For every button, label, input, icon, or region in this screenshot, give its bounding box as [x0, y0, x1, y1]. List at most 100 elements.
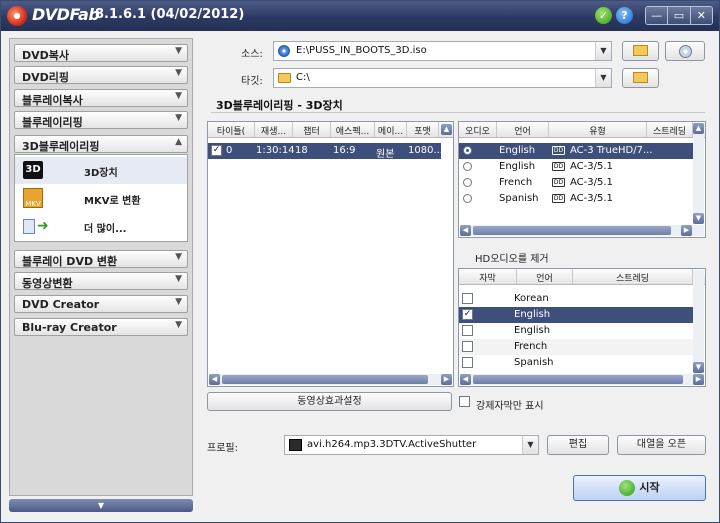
audio-radio[interactable] — [463, 178, 472, 187]
source-label: 소스: — [241, 49, 263, 60]
subtitle-checkbox[interactable] — [462, 325, 473, 336]
column-header[interactable]: 챕터 — [293, 122, 331, 137]
scroll-up-arrow[interactable]: ▲ — [441, 124, 452, 135]
subtitle-table[interactable]: 자막 언어 스트레딩 ▲ Korean ✓ English English Fr… — [458, 268, 706, 387]
maximize-button[interactable]: ▭ — [668, 7, 691, 24]
scroll-left-arrow[interactable]: ◀ — [209, 374, 220, 385]
title-chapters: 18 — [295, 145, 308, 156]
scroll-down-arrow[interactable]: ▼ — [693, 213, 704, 224]
profile-combo[interactable]: avi.h264.mp3.3DTV.ActiveShutter ▼ — [284, 435, 539, 455]
chevron-down-icon[interactable]: ▼ — [595, 69, 611, 87]
sidebar-item-bluray-creator[interactable]: Blu-ray Creator ▼ — [14, 318, 188, 336]
audio-table[interactable]: 오디오 언어 유형 스트레딩 English DD AC-3 TrueHD/7.… — [458, 121, 706, 238]
table-row[interactable]: French — [459, 339, 694, 355]
subitem-more[interactable]: ➜ 더 많이... — [15, 213, 187, 240]
chevron-down-icon: ▼ — [175, 297, 182, 307]
table-row[interactable]: ✓ 0 1:30:14 18 16:9 원본 1080... — [208, 143, 443, 160]
start-button[interactable]: 시작 — [573, 475, 706, 501]
forced-subtitles-label: 강제자막만 표시 — [476, 401, 544, 412]
scroll-thumb[interactable] — [222, 375, 428, 384]
column-header[interactable]: 자막 — [459, 269, 517, 284]
scroll-right-arrow[interactable]: ▶ — [441, 374, 452, 385]
scroll-up-arrow[interactable]: ▲ — [693, 123, 704, 134]
scroll-right-arrow[interactable]: ▶ — [693, 374, 704, 385]
subtitle-vscroll[interactable]: ▼ — [693, 270, 704, 373]
sidebar-item-video-converter[interactable]: 동영상변환 ▼ — [14, 272, 188, 290]
sidebar-item-dvd-creator[interactable]: DVD Creator ▼ — [14, 295, 188, 313]
audio-vscroll[interactable]: ▲ ▼ — [693, 123, 704, 224]
subitem-mkv[interactable]: MKV MKV로 변환 — [15, 185, 187, 212]
video-effects-button[interactable]: 동영상효과설정 — [207, 392, 452, 411]
edit-profile-button[interactable]: 편집 — [547, 435, 609, 455]
column-header[interactable]: 포맷 — [407, 122, 439, 137]
audio-hscroll[interactable]: ◀ ▶ — [460, 225, 704, 236]
subtitle-checkbox[interactable] — [462, 357, 473, 368]
sidebar-item-bluray-copy[interactable]: 블루레이복사 ▼ — [14, 89, 188, 107]
column-header[interactable]: 애스펙... — [331, 122, 375, 137]
profile-value: avi.h264.mp3.3DTV.ActiveShutter — [307, 439, 477, 450]
sidebar-scroll-down-button[interactable]: ▼ — [9, 499, 193, 512]
table-row[interactable]: Korean — [459, 291, 694, 307]
titles-hscroll[interactable]: ◀ ▶ — [209, 374, 452, 385]
chevron-down-icon[interactable]: ▼ — [522, 436, 538, 454]
source-disc-button[interactable] — [665, 41, 705, 61]
title-checkbox[interactable]: ✓ — [211, 145, 222, 156]
audio-radio[interactable] — [463, 146, 472, 155]
sidebar-item-label: DVD Creator — [22, 298, 100, 311]
column-header[interactable]: 언어 — [497, 122, 549, 137]
audio-radio[interactable] — [463, 194, 472, 203]
sidebar-item-dvd-ripper[interactable]: DVD리핑 ▼ — [14, 66, 188, 84]
table-row[interactable]: French DD AC-3/5.1 — [459, 175, 694, 191]
table-row[interactable]: English DD AC-3/5.1 — [459, 159, 694, 175]
table-row[interactable]: ✓ English — [459, 307, 694, 323]
column-header[interactable]: 메이... — [375, 122, 407, 137]
scroll-left-arrow[interactable]: ◀ — [460, 374, 471, 385]
sidebar-item-bluray-ripper[interactable]: 블루레이리핑 ▼ — [14, 111, 188, 129]
subtitle-hscroll[interactable]: ◀ ▶ — [460, 374, 704, 385]
subitem-3d-device[interactable]: 3D 3D장치 — [15, 157, 187, 184]
help-icon[interactable]: ? — [616, 7, 633, 24]
scroll-left-arrow[interactable]: ◀ — [460, 225, 471, 236]
close-button[interactable]: ✕ — [690, 7, 712, 24]
column-header[interactable]: 스트레딩 — [647, 122, 693, 137]
app-window: DVDFab 8.1.6.1 (04/02/2012) ✓ ? — ▭ ✕ DV… — [0, 0, 720, 523]
hd-audio-label: HD오디오를 제거 — [475, 254, 549, 265]
source-combo[interactable]: E:\PUSS_IN_BOOTS_3D.iso ▼ — [273, 41, 612, 61]
minimize-button[interactable]: — — [646, 7, 669, 24]
3d-icon: 3D — [23, 161, 43, 179]
volume-label-button[interactable]: 대열을 오픈 — [617, 435, 706, 455]
table-row[interactable]: Spanish DD AC-3/5.1 — [459, 191, 694, 207]
column-header[interactable]: 재생... — [255, 122, 293, 137]
table-row[interactable]: Spanish — [459, 355, 694, 371]
column-header[interactable]: 오디오 — [459, 122, 497, 137]
scroll-thumb[interactable] — [473, 375, 683, 384]
subtitle-checkbox[interactable] — [462, 341, 473, 352]
scroll-right-arrow[interactable]: ▶ — [681, 225, 692, 236]
subtitle-checkbox[interactable]: ✓ — [462, 309, 473, 320]
audio-radio[interactable] — [463, 162, 472, 171]
check-update-icon[interactable]: ✓ — [595, 7, 612, 24]
sidebar-item-dvd-copy[interactable]: DVD복사 ▼ — [14, 44, 188, 62]
target-combo[interactable]: C:\ ▼ — [273, 68, 612, 88]
title-type: 원본 — [376, 149, 395, 160]
title-aspect: 16:9 — [333, 145, 356, 156]
sidebar-item-label: DVD복사 — [22, 49, 70, 62]
target-browse-button[interactable] — [622, 68, 659, 88]
sidebar-item-3d-bluray-ripper[interactable]: 3D블루레이리핑 ▲ — [14, 135, 188, 153]
table-row[interactable]: English DD AC-3 TrueHD/7... — [459, 143, 694, 159]
sidebar-item-bluray-to-dvd[interactable]: 블루레이 DVD 변환 ▼ — [14, 250, 188, 268]
subtitle-checkbox[interactable] — [462, 293, 473, 304]
scroll-thumb[interactable] — [473, 226, 671, 235]
sidebar: DVD복사 ▼ DVD리핑 ▼ 블루레이복사 ▼ 블루레이리핑 ▼ 3D블루레이리핑 ▲ … — [9, 38, 193, 496]
source-browse-button[interactable] — [622, 41, 659, 61]
titles-table[interactable]: 타이틀( 재생... 챕터 애스펙... 메이... 포맷 ▲ ✓ 0 1:30… — [207, 121, 454, 387]
column-header[interactable]: 스트레딩 — [573, 269, 693, 284]
scroll-down-arrow[interactable]: ▼ — [693, 362, 704, 373]
column-header[interactable]: 타이틀( — [208, 122, 255, 137]
column-header[interactable]: 언어 — [517, 269, 573, 284]
column-header[interactable]: 유형 — [549, 122, 647, 137]
table-row[interactable]: English — [459, 323, 694, 339]
chevron-down-icon[interactable]: ▼ — [595, 42, 611, 60]
forced-subtitles-checkbox[interactable] — [459, 396, 470, 407]
audio-type: AC-3 TrueHD/7... — [570, 145, 653, 156]
